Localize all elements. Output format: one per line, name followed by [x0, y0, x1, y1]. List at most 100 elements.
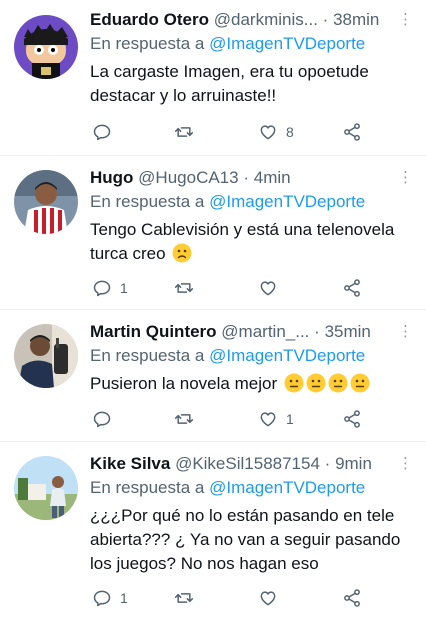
tweet-header: Kike Silva @KikeSil15887154 · 9min ⋮ [90, 452, 413, 476]
reply-icon [93, 411, 111, 428]
reply-context: En respuesta a @ImagenTVDeporte [90, 344, 412, 368]
author-name[interactable]: Martin Quintero [90, 322, 217, 341]
photo-avatar-image [14, 170, 78, 234]
tweet-text: ¿¿¿Por qué no lo están pasando en tele a… [90, 506, 401, 573]
share-button[interactable] [342, 120, 362, 144]
tweet-header: Eduardo Otero @darkminis... · 38min ⋮ [90, 8, 413, 32]
author-handle[interactable]: @darkminis... [214, 10, 318, 29]
share-icon [344, 123, 360, 141]
timestamp[interactable]: 9min [335, 454, 372, 473]
like-count: 1 [286, 411, 294, 427]
heart-icon [260, 125, 276, 140]
retweet-button[interactable] [174, 407, 202, 431]
tweet[interactable]: Martin Quintero @martin_... · 35min ⋮ En… [0, 310, 426, 442]
timestamp[interactable]: 4min [254, 168, 291, 187]
action-bar: 1 [90, 276, 412, 300]
photo-avatar-image [14, 456, 78, 520]
share-button[interactable] [342, 407, 362, 431]
reply-count: 1 [120, 590, 128, 606]
more-icon[interactable]: ⋮ [398, 452, 413, 476]
separator-dot: · [243, 168, 250, 187]
share-icon [344, 279, 360, 297]
heart-icon [260, 412, 276, 427]
tweet-text: La cargaste Imagen, era tu opoetude dest… [90, 62, 369, 105]
share-button[interactable] [342, 586, 362, 610]
reply-icon [93, 124, 111, 141]
photo-avatar-image [14, 324, 78, 388]
separator-dot: · [322, 10, 329, 29]
reply-mention[interactable]: @ImagenTVDeporte [209, 478, 365, 497]
share-icon [344, 410, 360, 428]
tweet-text-body: Tengo Cablevisión y está una telenovela … [90, 220, 395, 263]
reply-prefix: En respuesta a [90, 192, 205, 211]
cartoon-avatar-image [14, 15, 78, 79]
author-name[interactable]: Eduardo Otero [90, 10, 209, 29]
action-bar: 1 [90, 586, 412, 610]
reply-prefix: En respuesta a [90, 478, 205, 497]
neutral-face-emoji [328, 373, 348, 393]
retweet-button[interactable] [174, 586, 202, 610]
like-button[interactable] [258, 586, 286, 610]
tweet-feed: Eduardo Otero @darkminis... · 38min ⋮ En… [0, 0, 426, 620]
reply-button[interactable] [92, 407, 120, 431]
author-name[interactable]: Hugo [90, 168, 133, 187]
retweet-button[interactable] [174, 276, 202, 300]
tweet[interactable]: Kike Silva @KikeSil15887154 · 9min ⋮ En … [0, 442, 426, 620]
reply-prefix: En respuesta a [90, 34, 205, 53]
reply-icon [93, 280, 111, 297]
like-count: 8 [286, 124, 294, 140]
avatar[interactable] [14, 15, 78, 79]
reply-mention[interactable]: @ImagenTVDeporte [209, 192, 365, 211]
reply-context: En respuesta a @ImagenTVDeporte [90, 190, 412, 214]
reply-context: En respuesta a @ImagenTVDeporte [90, 476, 412, 500]
tweet-text: Tengo Cablevisión y está una telenovela … [90, 218, 412, 266]
timestamp[interactable]: 35min [325, 322, 371, 341]
neutral-face-emoji [306, 373, 326, 393]
share-icon [344, 589, 360, 607]
retweet-button[interactable] [174, 120, 202, 144]
neutral-face-emoji [284, 373, 304, 393]
action-bar: 1 [90, 407, 412, 431]
more-icon[interactable]: ⋮ [398, 320, 413, 344]
retweet-icon [174, 127, 194, 137]
frowning-face-emoji [172, 243, 192, 263]
avatar[interactable] [14, 456, 78, 520]
reply-button[interactable]: 1 [92, 586, 128, 610]
tweet-text: Pusieron la novela mejor [90, 372, 412, 396]
reply-context: En respuesta a @ImagenTVDeporte [90, 32, 412, 56]
timestamp[interactable]: 38min [333, 10, 379, 29]
reply-button[interactable]: 1 [92, 276, 128, 300]
more-icon[interactable]: ⋮ [398, 8, 413, 32]
reply-icon [93, 590, 111, 607]
like-button[interactable]: 1 [258, 407, 294, 431]
share-button[interactable] [342, 276, 362, 300]
tweet-text-body: Pusieron la novela mejor [90, 374, 278, 393]
avatar[interactable] [14, 170, 78, 234]
author-handle[interactable]: @martin_... [221, 322, 309, 341]
reply-mention[interactable]: @ImagenTVDeporte [209, 346, 365, 365]
tweet-header: Hugo @HugoCA13 · 4min ⋮ [90, 166, 413, 190]
reply-button[interactable] [92, 120, 120, 144]
reply-mention[interactable]: @ImagenTVDeporte [209, 34, 365, 53]
heart-icon [260, 591, 276, 606]
separator-dot: · [314, 322, 320, 341]
reply-prefix: En respuesta a [90, 346, 205, 365]
retweet-icon [174, 283, 194, 293]
like-button[interactable]: 8 [258, 120, 294, 144]
author-handle[interactable]: @HugoCA13 [138, 168, 238, 187]
action-bar: 8 [90, 120, 412, 144]
heart-icon [260, 281, 276, 296]
avatar[interactable] [14, 324, 78, 388]
neutral-face-emoji [350, 373, 370, 393]
tweet[interactable]: Eduardo Otero @darkminis... · 38min ⋮ En… [0, 0, 426, 156]
author-name[interactable]: Kike Silva [90, 454, 170, 473]
retweet-icon [174, 414, 194, 424]
tweet-header: Martin Quintero @martin_... · 35min ⋮ [90, 320, 413, 344]
like-button[interactable] [258, 276, 286, 300]
author-handle[interactable]: @KikeSil15887154 [175, 454, 320, 473]
more-icon[interactable]: ⋮ [398, 166, 413, 190]
tweet[interactable]: Hugo @HugoCA13 · 4min ⋮ En respuesta a @… [0, 156, 426, 310]
reply-count: 1 [120, 280, 128, 296]
retweet-icon [174, 593, 194, 603]
separator-dot: · [324, 454, 331, 473]
